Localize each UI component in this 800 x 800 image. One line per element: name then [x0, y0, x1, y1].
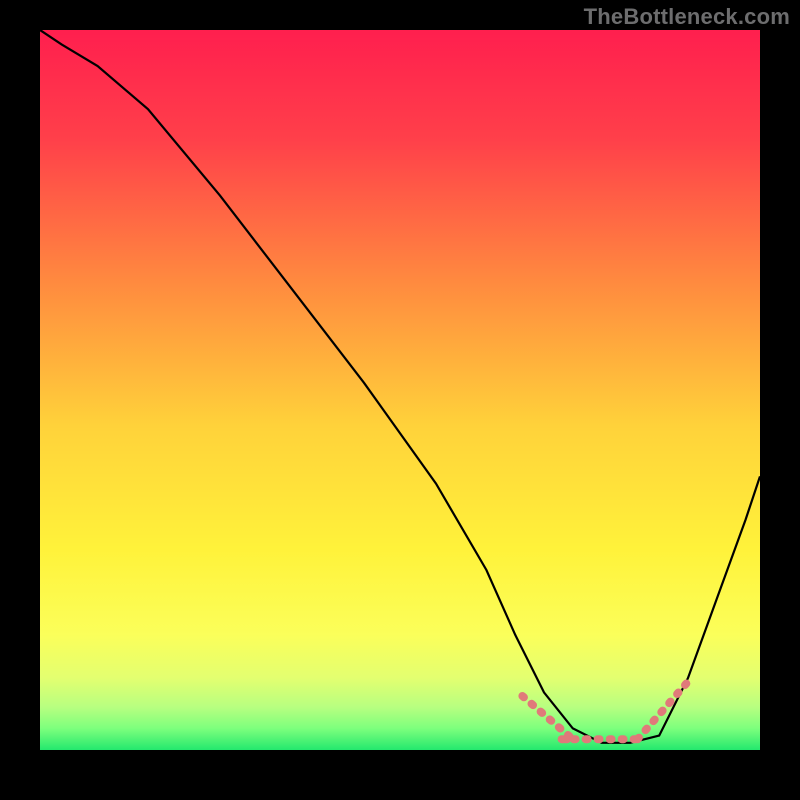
watermark-text: TheBottleneck.com	[584, 4, 790, 30]
gradient-rect	[40, 30, 760, 750]
chart-plot-area	[40, 30, 760, 750]
chart-background	[40, 30, 760, 750]
